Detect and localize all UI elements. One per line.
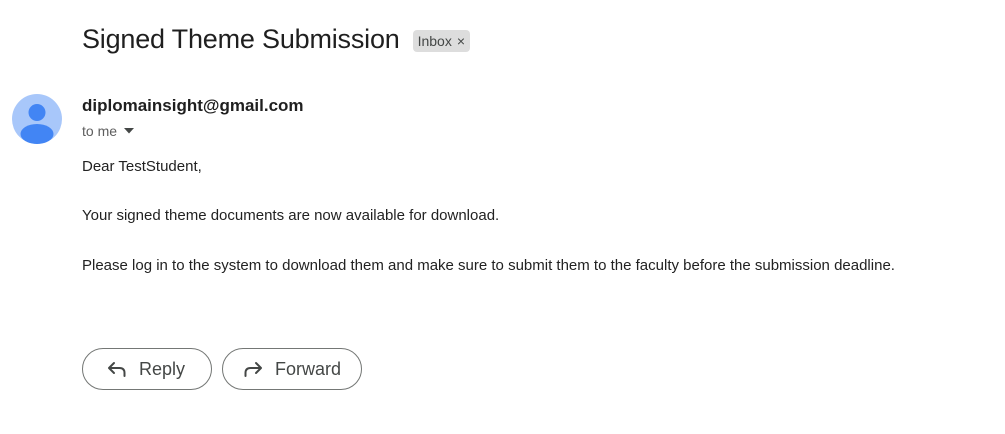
forward-icon xyxy=(243,361,263,377)
label-chip-text: Inbox xyxy=(417,32,452,49)
person-icon xyxy=(20,104,54,144)
subject-row: Signed Theme Submission Inbox × xyxy=(82,24,471,55)
forward-label: Forward xyxy=(275,358,342,379)
reply-button[interactable]: Reply xyxy=(82,348,212,390)
inbox-label-chip[interactable]: Inbox × xyxy=(412,29,471,52)
email-body-paragraph: Your signed theme documents are now avai… xyxy=(82,207,500,224)
sender-avatar xyxy=(12,94,62,144)
remove-label-icon[interactable]: × xyxy=(457,33,465,49)
email-subject: Signed Theme Submission xyxy=(82,24,400,54)
email-greeting: Dear TestStudent, xyxy=(82,158,202,175)
recipient-details-caret-icon[interactable] xyxy=(124,128,135,134)
sender-email[interactable]: diplomainsight@gmail.com xyxy=(82,96,304,116)
recipient-label: to me xyxy=(82,123,118,139)
reply-icon xyxy=(107,361,127,377)
email-body-paragraph: Please log in to the system to download … xyxy=(82,257,895,274)
recipient-row: to me xyxy=(82,123,135,139)
forward-button[interactable]: Forward xyxy=(222,348,362,390)
reply-label: Reply xyxy=(139,358,186,379)
